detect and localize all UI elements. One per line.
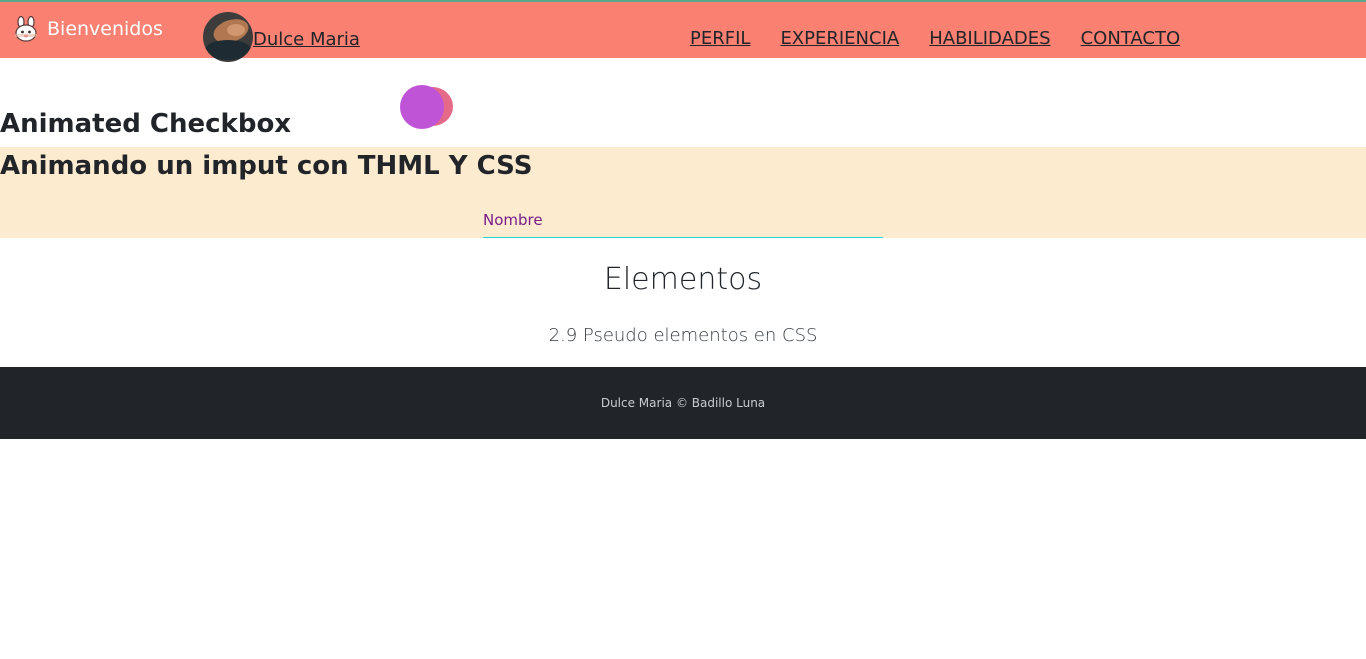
brand[interactable]: Bienvenidos: [12, 16, 163, 42]
profile-name-link[interactable]: Dulce Maria: [253, 29, 360, 50]
avatar: [203, 12, 253, 62]
footer: Dulce Maria © Badillo Luna: [0, 367, 1366, 439]
profile-link[interactable]: Dulce Maria: [203, 12, 360, 62]
animated-checkbox-toggle[interactable]: [400, 85, 454, 129]
elements-title: Elementos: [603, 262, 763, 297]
top-navbar: Bienvenidos Dulce Maria PERFIL EXPERIENC…: [0, 0, 1366, 62]
nombre-field: Nombre: [483, 211, 883, 238]
nav-links: PERFIL EXPERIENCIA HABILIDADES CONTACTO: [690, 28, 1210, 49]
footer-text: Dulce Maria © Badillo Luna: [600, 396, 766, 410]
brand-text: Bienvenidos: [47, 18, 163, 40]
toggle-front-circle: [400, 85, 444, 129]
nav-link-experiencia[interactable]: EXPERIENCIA: [780, 28, 899, 49]
nav-link-contacto[interactable]: CONTACTO: [1081, 28, 1181, 49]
input-section: Animando un imput con THML Y CSS Nombre: [0, 147, 1366, 238]
input-section-title: Animando un imput con THML Y CSS: [0, 151, 533, 181]
nav-link-habilidades[interactable]: HABILIDADES: [929, 28, 1050, 49]
nav-link-perfil[interactable]: PERFIL: [690, 28, 750, 49]
nombre-input[interactable]: [483, 211, 883, 237]
bunny-logo-icon: [15, 16, 37, 42]
checkbox-section-title: Animated Checkbox: [0, 109, 292, 139]
elements-subtitle: 2.9 Pseudo elementos en CSS: [548, 325, 818, 346]
